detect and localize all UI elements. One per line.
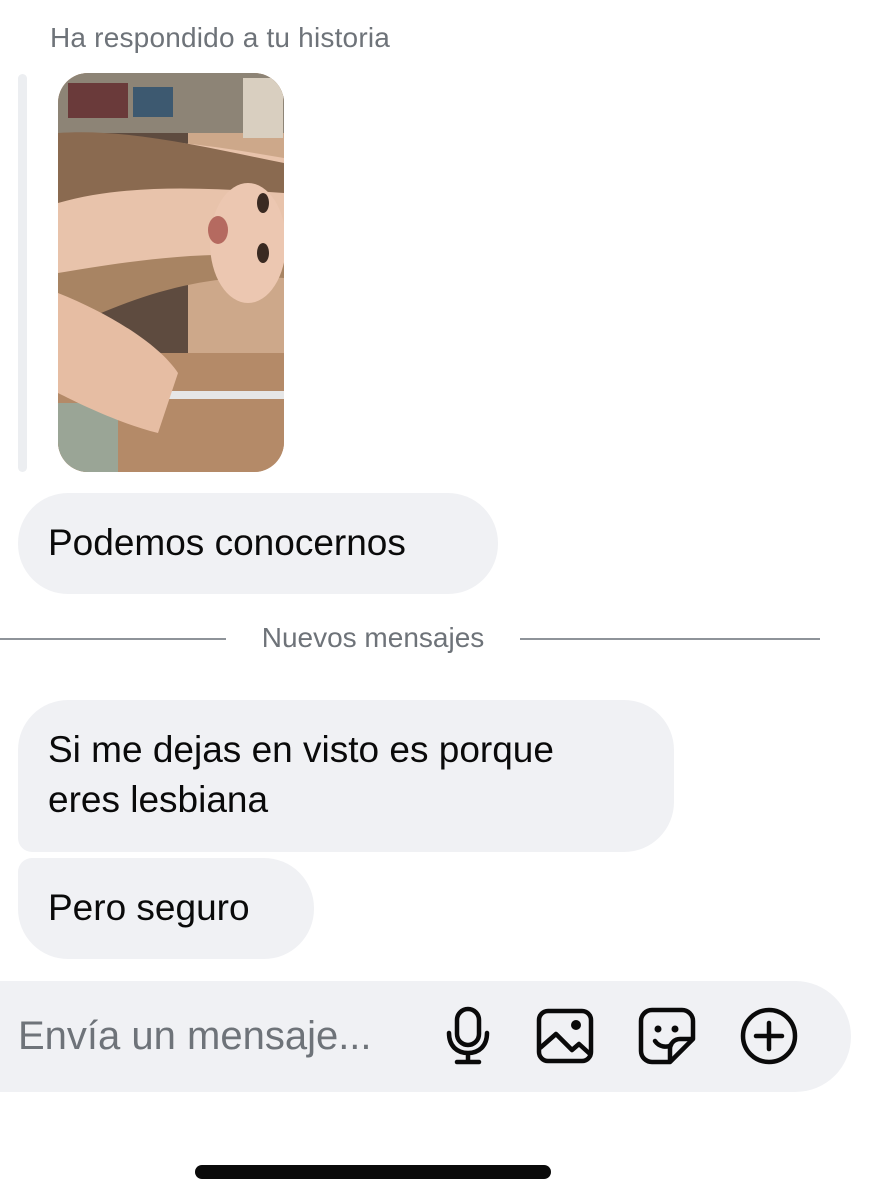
story-reply-label: Ha respondido a tu historia <box>50 22 391 53</box>
divider-line-left <box>0 638 226 640</box>
more-button[interactable] <box>739 1006 799 1066</box>
sticker-icon <box>638 1007 696 1065</box>
image-icon <box>536 1008 594 1064</box>
new-messages-divider-label: Nuevos mensajes <box>261 622 485 653</box>
gallery-button[interactable] <box>535 1006 595 1066</box>
plus-circle-icon <box>740 1007 798 1065</box>
microphone-button[interactable] <box>438 1006 498 1066</box>
story-reply-bar <box>18 74 27 472</box>
home-indicator[interactable] <box>195 1165 551 1179</box>
divider-line-right <box>520 638 820 640</box>
message-bubble[interactable]: Pero seguro <box>18 858 314 959</box>
story-photo <box>58 73 284 472</box>
message-bubble[interactable]: Si me dejas en visto es porque eres lesb… <box>18 700 674 852</box>
message-composer <box>0 981 851 1092</box>
microphone-icon <box>446 1006 490 1065</box>
story-thumbnail[interactable] <box>58 73 284 472</box>
sticker-button[interactable] <box>637 1006 697 1066</box>
message-bubble[interactable]: Podemos conocernos <box>18 493 498 594</box>
message-input[interactable] <box>18 1011 418 1061</box>
